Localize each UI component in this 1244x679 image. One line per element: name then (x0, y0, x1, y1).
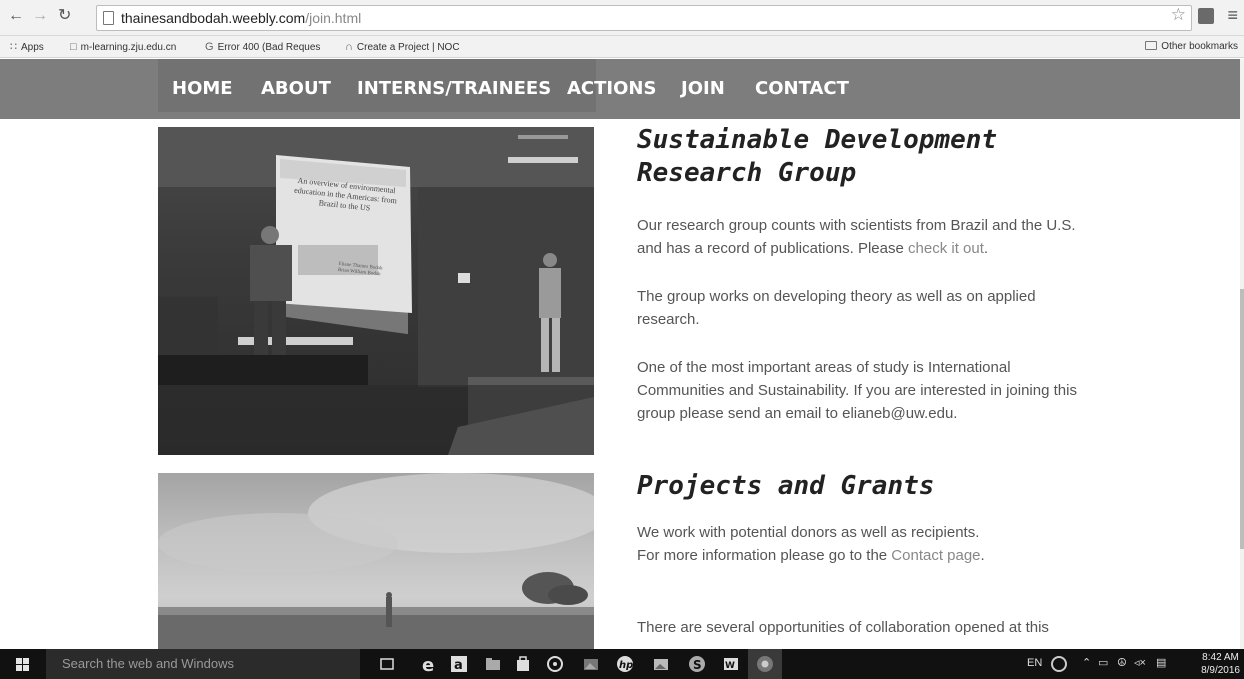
paragraph-text: We work with potential donors as well as… (637, 524, 980, 541)
bookmark-label: Apps (21, 42, 44, 53)
site-nav: HOME ABOUT INTERNS/TRAINEES ACTIONS JOIN… (0, 59, 1240, 119)
nav-interns-trainees[interactable]: INTERNS/TRAINEES (357, 78, 551, 100)
presentation-photo: An overview of environmental education i… (158, 127, 594, 455)
word-icon[interactable]: W (722, 655, 740, 673)
chrome-icon[interactable] (756, 655, 774, 673)
bookmarks-bar: ∷ Apps □ m-learning.zju.edu.cn G Error 400 … (0, 36, 1244, 58)
heading-line: Research Group (637, 158, 857, 188)
photos-app-icon[interactable] (582, 655, 600, 673)
file-explorer-icon[interactable] (484, 655, 502, 673)
bookmark-label: m-learning.zju.edu.cn (80, 42, 177, 53)
clock-date: 8/9/2016 (1201, 665, 1240, 676)
bookmark-star-icon[interactable]: ☆ (1171, 6, 1186, 24)
nav-home[interactable]: HOME (172, 78, 233, 100)
menu-icon[interactable]: ≡ (1227, 6, 1238, 24)
nav-actions[interactable]: ACTIONS (567, 78, 656, 100)
paragraph-text: For more information please go to the (637, 547, 892, 564)
heading-line: Sustainable Development (637, 125, 998, 155)
photo-viewer-icon[interactable] (652, 655, 670, 673)
svg-text:W: W (725, 661, 735, 671)
forward-arrow-icon[interactable]: → (32, 7, 48, 25)
wifi-icon[interactable]: ☮ (1117, 655, 1127, 671)
heading-research-group: Sustainable Development Research Group (637, 124, 997, 190)
task-view-icon[interactable] (378, 655, 396, 673)
hp-icon[interactable]: hp (616, 655, 634, 673)
bookmark-label: Error 400 (Bad Reques (217, 42, 321, 53)
projects-paragraph-1: We work with potential donors as well as… (637, 521, 1097, 567)
windows-start-icon[interactable] (16, 658, 29, 671)
bookmark-create-project[interactable]: ∩ Create a Project | NOC (345, 40, 475, 55)
edge-browser-icon[interactable]: e (420, 655, 438, 673)
nav-contact[interactable]: CONTACT (755, 78, 849, 100)
contact-page-link[interactable]: Contact page (891, 547, 980, 564)
action-center-icon[interactable]: ▤ (1156, 655, 1166, 671)
paragraph-text: . (980, 547, 985, 564)
research-group-paragraph-2: The group works on developing theory as … (637, 288, 1036, 328)
windows-taskbar: Search the web and Windows e a hp S W EN… (0, 649, 1244, 679)
svg-text:e: e (422, 655, 434, 673)
language-indicator[interactable]: EN (1027, 655, 1042, 671)
skype-icon[interactable]: S (688, 655, 706, 673)
apps-grid-icon: ∷ (10, 41, 17, 53)
back-arrow-icon[interactable]: ← (8, 7, 24, 25)
address-bar[interactable]: thainesandbodah.weebly.com/join.html (96, 5, 1192, 31)
nav-about[interactable]: ABOUT (261, 78, 331, 100)
google-icon: G (205, 41, 214, 53)
check-it-out-link[interactable]: check it out (908, 240, 984, 257)
notification-app-icon[interactable] (1050, 655, 1068, 673)
folder-icon (1145, 41, 1158, 50)
other-bookmarks-label: Other bookmarks (1161, 41, 1238, 52)
taskbar-search-input[interactable]: Search the web and Windows (46, 649, 360, 679)
svg-text:S: S (693, 658, 702, 672)
page-icon (103, 11, 114, 25)
taskbar-clock[interactable]: 8:42 AM 8/9/2016 (1201, 651, 1240, 677)
nav-join[interactable]: JOIN (681, 78, 725, 100)
store-icon[interactable] (514, 655, 532, 673)
bookmark-apps[interactable]: ∷ Apps (10, 40, 44, 55)
cornfield-photo (158, 473, 594, 649)
media-player-icon[interactable] (546, 655, 564, 673)
paragraph-text: . (983, 240, 989, 257)
projects-paragraph-2: There are several opportunities of colla… (637, 619, 1049, 636)
svg-text:a: a (454, 658, 463, 673)
bookmark-label: Create a Project | NOC (356, 42, 460, 53)
url-path: /join.html (305, 10, 362, 26)
page-icon: □ (70, 41, 77, 53)
clock-time: 8:42 AM (1202, 652, 1239, 663)
amazon-icon[interactable]: a (450, 655, 468, 673)
arch-icon: ∩ (345, 41, 353, 53)
bookmark-m-learning[interactable]: □ m-learning.zju.edu.cn (70, 40, 176, 55)
paragraph-text: Our research group counts with scientist… (637, 217, 1076, 257)
extension-icon[interactable] (1198, 8, 1214, 24)
research-group-paragraph-3: One of the most important areas of study… (637, 359, 1077, 422)
url-host: thainesandbodah.weebly.com (121, 10, 306, 26)
other-bookmarks[interactable]: Other bookmarks (1145, 40, 1238, 54)
svg-text:hp: hp (619, 660, 633, 671)
browser-toolbar: ← → ↻ thainesandbodah.weebly.com/join.ht… (0, 0, 1244, 36)
page-scrollbar[interactable] (1240, 59, 1244, 649)
show-hidden-icons-chevron-icon[interactable]: ⌃ (1082, 655, 1091, 671)
bookmark-error-400[interactable]: G Error 400 (Bad Reques (205, 40, 339, 55)
battery-icon[interactable]: ▭ (1098, 655, 1108, 671)
heading-projects-grants: Projects and Grants (637, 471, 935, 501)
scroll-thumb[interactable] (1240, 289, 1244, 549)
research-group-paragraph-1: Our research group counts with scientist… (637, 214, 1097, 260)
volume-muted-icon[interactable]: ◃× (1134, 655, 1146, 671)
reload-icon[interactable]: ↻ (58, 7, 71, 25)
